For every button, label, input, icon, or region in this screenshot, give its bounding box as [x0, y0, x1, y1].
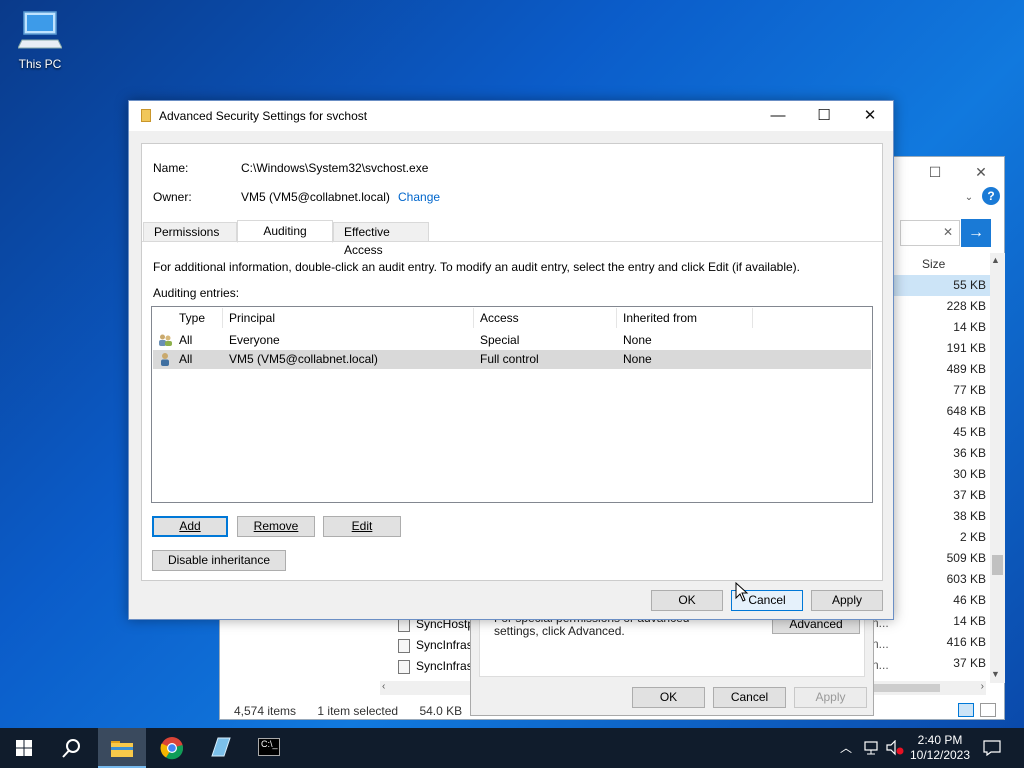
clock-time: 2:40 PM	[917, 733, 963, 747]
ok-button[interactable]: OK	[651, 590, 723, 611]
file-icon	[398, 659, 410, 674]
file-icon	[398, 638, 410, 653]
tab-divider	[142, 241, 882, 242]
cancel-button[interactable]: Cancel	[713, 687, 786, 708]
clear-search-icon[interactable]: ✕	[943, 225, 953, 239]
row-principal: VM5 (VM5@collabnet.local)	[229, 352, 378, 366]
settings-panel: Name: C:\Windows\System32\svchost.exe Ow…	[141, 143, 883, 581]
status-selected: 1 item selected	[317, 704, 399, 718]
search-input[interactable]: ✕	[900, 220, 960, 246]
remove-button[interactable]: Remove	[237, 516, 315, 537]
close-icon[interactable]: ✕	[847, 101, 893, 131]
search-go-button[interactable]: →	[961, 219, 991, 247]
row-type: All	[179, 352, 193, 366]
list-item[interactable]: SyncInfras	[398, 635, 473, 656]
dialog-title: Advanced Security Settings for svchost	[159, 109, 368, 123]
search-icon[interactable]	[62, 738, 82, 758]
add-button[interactable]: Add	[152, 516, 228, 537]
list-header: Type Principal Access Inherited from	[152, 307, 872, 329]
name-value: C:\Windows\System32\svchost.exe	[241, 161, 429, 175]
help-icon[interactable]: ?	[982, 187, 1000, 205]
row-access: Special	[480, 333, 520, 347]
scroll-right-icon[interactable]: ›	[981, 681, 984, 692]
title-bar[interactable]: Advanced Security Settings for svchost —…	[129, 101, 893, 131]
row-principal: Everyone	[229, 333, 280, 347]
list-item[interactable]: SyncInfras	[398, 656, 473, 677]
network-icon[interactable]	[863, 741, 879, 755]
apply-button[interactable]: Apply	[811, 590, 883, 611]
column-header-type[interactable]: Type	[179, 311, 205, 325]
notifications-icon[interactable]	[983, 740, 1001, 756]
close-icon[interactable]: ✕	[970, 161, 992, 183]
scrollbar-thumb[interactable]	[992, 555, 1003, 575]
system-clock[interactable]: 2:40 PM 10/12/2023	[908, 733, 972, 763]
user-icon	[161, 353, 169, 366]
owner-value: VM5 (VM5@collabnet.local)	[241, 190, 390, 204]
tab-effective-access[interactable]: Effective Access	[333, 222, 429, 257]
this-pc-label: This PC	[18, 57, 62, 71]
command-prompt-icon[interactable]: C:\_	[258, 738, 280, 756]
vertical-scrollbar[interactable]: ▲ ▼	[990, 253, 1005, 683]
scroll-up-icon[interactable]: ▲	[991, 255, 1000, 265]
clock-date: 10/12/2023	[909, 748, 971, 762]
row-type: All	[179, 333, 193, 347]
owner-label: Owner:	[153, 190, 192, 204]
row-inherited-from: None	[623, 352, 652, 366]
name-label: Name:	[153, 161, 189, 175]
status-item-count: 4,574 items	[234, 704, 297, 718]
taskbar-file-explorer[interactable]	[98, 728, 146, 768]
auditing-entries-list[interactable]: Type Principal Access Inherited from All…	[151, 306, 873, 503]
computer-icon	[17, 11, 63, 49]
disable-inheritance-button[interactable]: Disable inheritance	[152, 550, 286, 571]
notepad-icon[interactable]	[208, 736, 234, 760]
folder-icon	[141, 109, 151, 122]
tab-permissions[interactable]: Permissions	[143, 222, 237, 242]
table-row[interactable]: All VM5 (VM5@collabnet.local) Full contr…	[153, 350, 871, 369]
row-access: Full control	[480, 352, 539, 366]
taskbar: C:\_ ︿ 2:40 PM 10/12/2023	[0, 728, 1024, 768]
folder-icon	[111, 741, 133, 757]
mouse-cursor-icon	[735, 582, 749, 602]
chevron-up-icon[interactable]: ︿	[840, 739, 852, 756]
info-text: For additional information, double-click…	[153, 260, 800, 274]
chevron-down-icon[interactable]: ⌄	[958, 187, 980, 209]
large-icons-view-icon[interactable]	[980, 703, 996, 717]
minimize-icon[interactable]: —	[755, 101, 801, 131]
chrome-icon[interactable]	[160, 736, 184, 760]
column-header-size[interactable]: Size	[922, 257, 945, 271]
scroll-down-icon[interactable]: ▼	[991, 669, 1000, 679]
column-header-principal[interactable]: Principal	[229, 311, 275, 325]
windows-start-icon[interactable]	[16, 740, 32, 756]
file-name: SyncInfras	[416, 638, 473, 652]
scroll-left-icon[interactable]: ‹	[382, 681, 385, 692]
file-name: SyncInfras	[416, 659, 473, 673]
auditing-entries-label: Auditing entries:	[153, 286, 240, 300]
volume-muted-icon[interactable]	[886, 740, 904, 756]
maximize-icon[interactable]: ☐	[924, 161, 946, 183]
status-size: 54.0 KB	[419, 704, 463, 718]
table-row[interactable]: All Everyone Special None	[153, 331, 871, 350]
column-header-access[interactable]: Access	[480, 311, 519, 325]
group-icon	[159, 334, 172, 346]
this-pc-desktop-icon[interactable]: This PC	[12, 8, 68, 71]
edit-button[interactable]: Edit	[323, 516, 401, 537]
tab-auditing[interactable]: Auditing	[237, 220, 333, 243]
ok-button[interactable]: OK	[632, 687, 705, 708]
row-inherited-from: None	[623, 333, 652, 347]
apply-button[interactable]: Apply	[794, 687, 867, 708]
maximize-icon[interactable]: ☐	[801, 101, 847, 131]
details-view-icon[interactable]	[958, 703, 974, 717]
change-owner-link[interactable]: Change	[398, 190, 440, 204]
column-header-inherited-from[interactable]: Inherited from	[623, 311, 697, 325]
advanced-security-settings-dialog[interactable]: Advanced Security Settings for svchost —…	[128, 100, 894, 620]
